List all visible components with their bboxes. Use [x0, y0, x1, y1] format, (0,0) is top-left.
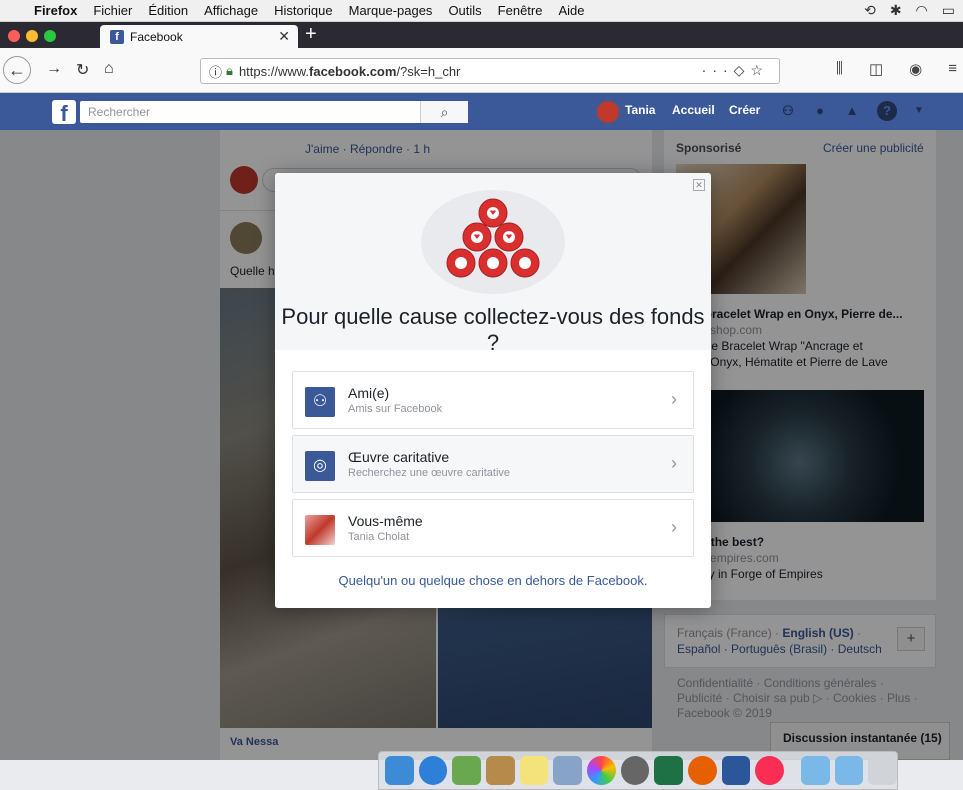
donation-illustration [421, 190, 565, 294]
facebook-logo-icon[interactable]: f [52, 100, 76, 126]
page-actions-menu-icon[interactable]: ··· [702, 62, 734, 78]
option-friend-title: Ami(e) [348, 385, 390, 401]
nav-home-link[interactable]: Accueil [672, 103, 715, 117]
contacts-icon[interactable] [486, 756, 515, 785]
modal-title: Pour quelle cause collectez-vous des fon… [281, 304, 705, 355]
browser-nav-bar: ← → ↻ ⌂ ⓘ 🔒︎ https://www. facebook.com/?s… [0, 48, 963, 93]
itunes-icon[interactable] [755, 756, 785, 785]
new-tab-button[interactable]: + [305, 23, 317, 46]
site-info-icon[interactable]: ⓘ [209, 62, 222, 81]
lock-icon: 🔒︎ [226, 63, 233, 78]
system-preferences-icon[interactable] [620, 756, 650, 785]
mac-dock [378, 751, 898, 790]
firefox-icon[interactable] [688, 756, 717, 785]
menu-outils[interactable]: Outils [448, 3, 481, 18]
menu-fenetre[interactable]: Fenêtre [498, 3, 543, 18]
zoom-window-button[interactable] [44, 30, 56, 42]
option-friend-subtitle: Amis sur Facebook [348, 403, 443, 415]
nav-create-link[interactable]: Créer [729, 103, 760, 117]
globe-icon: ◎ [305, 451, 335, 481]
tab-close-icon[interactable]: ✕ [278, 28, 290, 45]
bluetooth-icon[interactable]: ✱ [890, 2, 902, 19]
menu-marque-pages[interactable]: Marque-pages [349, 3, 433, 18]
toolbar-right: ⫼ ◫ ◉ ≡ [836, 60, 957, 78]
option-charity-title: Œuvre caritative [348, 449, 450, 465]
menu-edition[interactable]: Édition [148, 3, 188, 18]
menu-app-firefox[interactable]: Firefox [34, 3, 77, 18]
option-self[interactable]: Vous-même Tania Cholat › [292, 499, 694, 557]
menu-fichier[interactable]: Fichier [93, 3, 132, 18]
home-button[interactable]: ⌂ [104, 60, 114, 78]
forward-button[interactable]: → [46, 60, 62, 78]
back-button[interactable]: ← [3, 56, 31, 84]
pocket-icon[interactable]: ◇ [734, 62, 751, 78]
preview-icon[interactable] [452, 756, 482, 785]
excel-icon[interactable] [654, 756, 684, 785]
friend-requests-icon[interactable]: ⚇ [778, 101, 798, 121]
menu-historique[interactable]: Historique [274, 3, 333, 18]
close-icon[interactable]: ✕ [693, 179, 705, 191]
minimize-window-button[interactable] [26, 30, 38, 42]
modal-header: ✕ Pour quelle cause collectez-vous des f… [275, 173, 711, 355]
browser-tab-bar: f Facebook ✕ + [0, 22, 963, 48]
account-menu-chevron-icon[interactable]: ▼ [909, 101, 929, 121]
chevron-right-icon: › [671, 389, 677, 409]
photos-icon[interactable] [587, 756, 616, 785]
trash-icon[interactable] [868, 756, 898, 785]
bookmark-star-icon[interactable]: ☆ [750, 62, 769, 78]
word-icon[interactable] [721, 756, 751, 785]
menu-affichage[interactable]: Affichage [204, 3, 258, 18]
menubar-status-icons: ⟲ ✱ ◠ ▭ [864, 2, 955, 19]
image-capture-icon[interactable] [553, 756, 583, 785]
chevron-right-icon: › [671, 517, 677, 537]
option-charity[interactable]: ◎ Œuvre caritative Recherchez une œuvre … [292, 435, 694, 493]
url-path: /?sk=h_chr [396, 63, 461, 79]
search-icon[interactable]: ⌕ [420, 101, 468, 123]
sidebar-icon[interactable]: ◫ [869, 60, 883, 78]
fundraiser-modal: ✕ Pour quelle cause collectez-vous des f… [275, 173, 711, 608]
facebook-favicon-icon: f [110, 29, 124, 44]
reload-button[interactable]: ↻ [76, 60, 89, 80]
help-icon[interactable]: ? [877, 101, 897, 121]
profile-photo-icon [305, 515, 335, 545]
option-self-title: Vous-même [348, 513, 423, 529]
page-actions: ···◇☆ [702, 62, 769, 79]
menu-aide[interactable]: Aide [558, 3, 584, 18]
outside-facebook-link[interactable]: Quelqu'un ou quelque chose en dehors de … [275, 573, 711, 588]
notifications-icon[interactable]: ▲ [842, 101, 862, 121]
airplay-icon[interactable]: ▭ [942, 2, 955, 19]
url-domain: facebook.com [309, 63, 397, 79]
user-avatar[interactable] [597, 101, 619, 123]
hamburger-menu-icon[interactable]: ≡ [948, 60, 957, 78]
applications-folder-icon[interactable] [801, 756, 830, 785]
wifi-icon[interactable]: ◠ [916, 2, 928, 19]
friends-icon: ⚇ [305, 387, 335, 417]
notes-icon[interactable] [519, 756, 549, 785]
url-bar[interactable]: ⓘ 🔒︎ https://www. facebook.com/?sk=h_chr … [200, 58, 780, 84]
option-self-subtitle: Tania Cholat [348, 531, 410, 543]
account-icon[interactable]: ◉ [909, 60, 922, 78]
facebook-header: f Rechercher ⌕ Tania Accueil Créer ⚇ ● ▲… [0, 93, 963, 130]
time-machine-icon[interactable]: ⟲ [864, 2, 876, 19]
messenger-icon[interactable]: ● [810, 101, 830, 121]
facebook-search-input[interactable]: Rechercher [80, 101, 468, 123]
library-icon[interactable]: ⫼ [836, 60, 843, 78]
header-user-name[interactable]: Tania [625, 103, 655, 117]
downloads-folder-icon[interactable] [834, 756, 864, 785]
browser-tab[interactable]: f Facebook ✕ [100, 25, 298, 48]
finder-icon[interactable] [385, 756, 414, 785]
tab-title: Facebook [130, 29, 183, 44]
safari-icon[interactable] [418, 756, 448, 785]
close-window-button[interactable] [8, 30, 20, 42]
mac-menubar: Firefox Fichier Édition Affichage Histor… [0, 0, 963, 22]
option-charity-subtitle: Recherchez une œuvre caritative [348, 467, 511, 479]
option-friend[interactable]: ⚇ Ami(e) Amis sur Facebook › [292, 371, 694, 429]
chevron-right-icon: › [671, 453, 677, 473]
url-prefix: https://www. [238, 63, 310, 79]
